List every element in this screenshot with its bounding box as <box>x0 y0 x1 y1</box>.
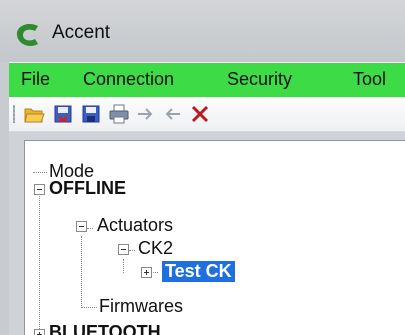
tree-connector <box>123 259 124 273</box>
tree-node-bluetooth[interactable]: BLUETOOTH <box>49 322 161 335</box>
tree-connector <box>87 228 93 229</box>
arrow-left-icon[interactable] <box>161 103 183 125</box>
app-logo-icon <box>16 24 38 46</box>
tree-connector <box>39 194 40 329</box>
menu-tool[interactable]: Tool <box>353 69 386 90</box>
tree-node-ck2[interactable]: CK2 <box>138 238 173 259</box>
toolbar-grip[interactable] <box>13 105 15 123</box>
toolbar <box>9 97 405 132</box>
save-icon[interactable] <box>80 103 102 125</box>
menu-file[interactable]: File <box>21 69 50 90</box>
app-window: Accent File Connection Security Tool Mod… <box>0 0 405 335</box>
collapse-icon[interactable] <box>118 244 129 255</box>
tree-connector <box>81 307 97 308</box>
tree-node-firmwares[interactable]: Firmwares <box>99 296 183 317</box>
export-icon[interactable] <box>52 103 74 125</box>
menu-connection[interactable]: Connection <box>83 69 174 90</box>
open-folder-icon[interactable] <box>23 103 45 125</box>
expand-icon[interactable] <box>141 267 152 278</box>
menu-bar: File Connection Security Tool <box>9 62 405 97</box>
collapse-icon[interactable] <box>34 184 45 195</box>
print-icon[interactable] <box>108 103 130 125</box>
tree-view[interactable]: Mode OFFLINE Actuators CK2 Test CK Firmw… <box>24 140 405 335</box>
arrow-right-icon[interactable] <box>135 103 157 125</box>
tree-node-offline[interactable]: OFFLINE <box>49 178 126 199</box>
tree-connector <box>81 236 82 308</box>
collapse-icon[interactable] <box>76 221 87 232</box>
window-frame <box>0 62 9 335</box>
tree-node-actuators[interactable]: Actuators <box>97 215 173 236</box>
title-bar[interactable]: Accent <box>0 0 405 62</box>
tree-connector <box>129 250 135 251</box>
tree-connector <box>33 172 47 173</box>
menu-security[interactable]: Security <box>227 69 292 90</box>
delete-x-icon[interactable] <box>189 103 211 125</box>
tree-node-test-ck[interactable]: Test CK <box>162 261 235 282</box>
window-title: Accent <box>52 22 111 43</box>
expand-icon[interactable] <box>34 329 45 335</box>
